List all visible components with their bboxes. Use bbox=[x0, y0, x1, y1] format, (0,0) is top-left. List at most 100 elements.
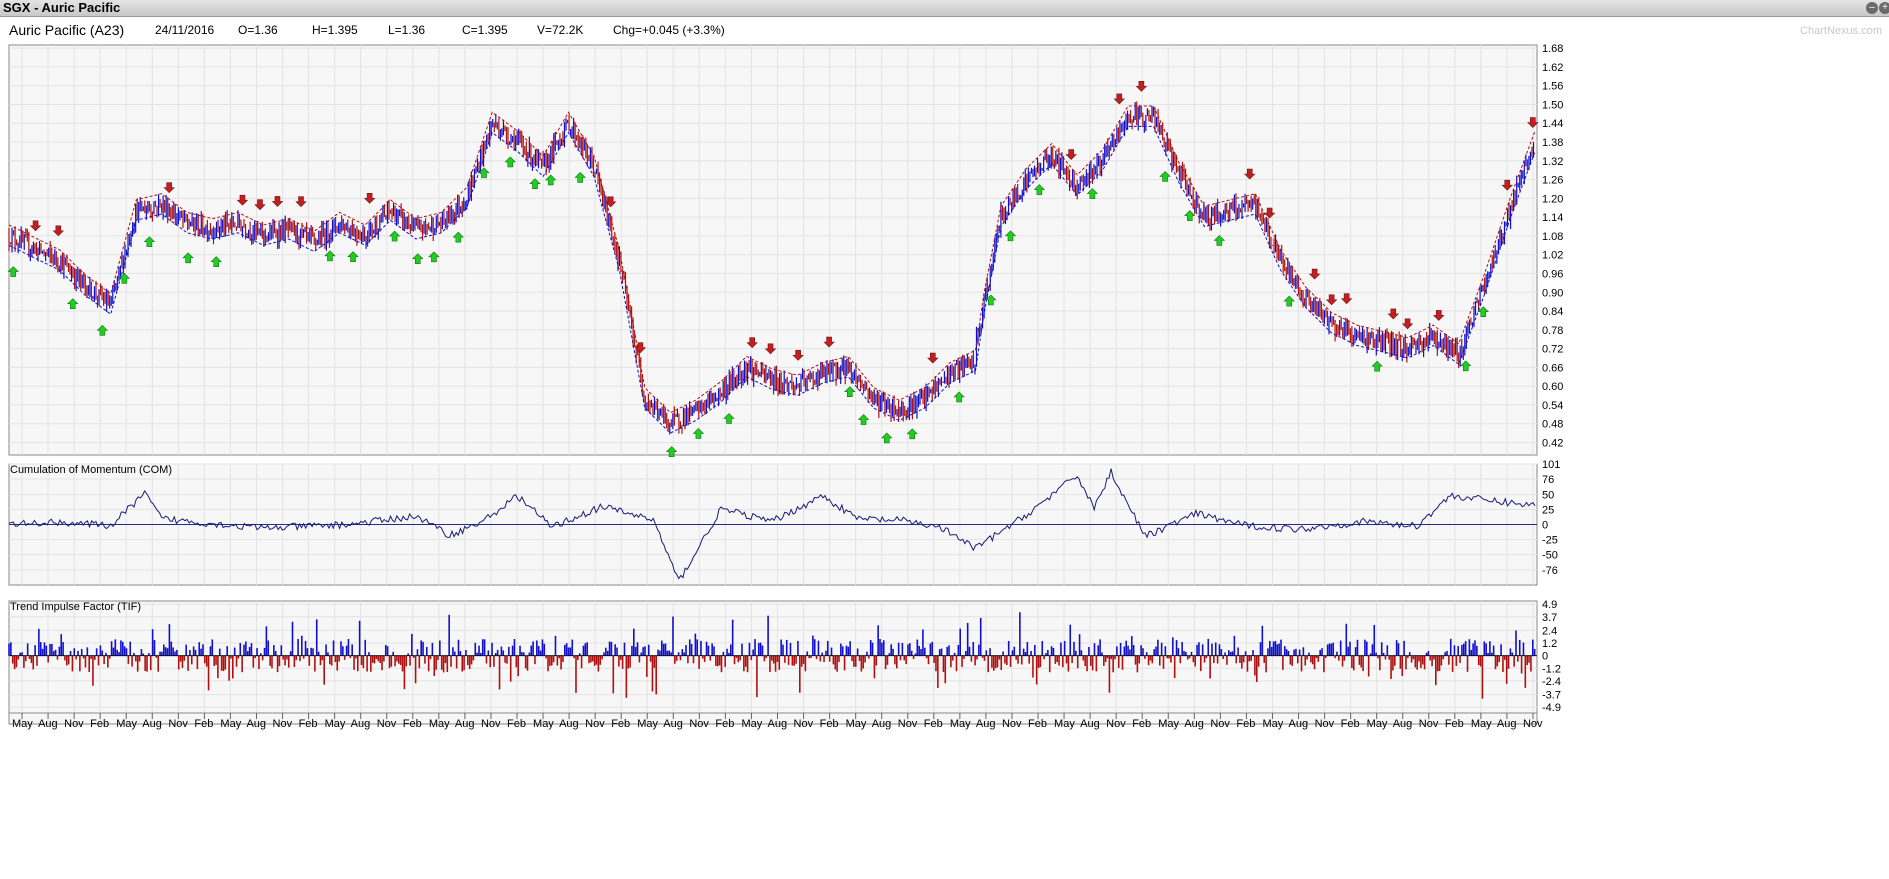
stock-close: C=1.395 bbox=[462, 23, 508, 37]
y-tick-label: -3.7 bbox=[1542, 690, 1561, 702]
stock-change: Chg=+0.045 (+3.3%) bbox=[613, 23, 725, 37]
x-tick-label: Nov bbox=[64, 718, 84, 730]
x-tick-label: May bbox=[846, 718, 867, 730]
panel-title-2: Trend Impulse Factor (TIF) bbox=[10, 601, 141, 613]
y-tick-label: 3.7 bbox=[1542, 612, 1557, 624]
panel-title-1: Cumulation of Momentum (COM) bbox=[10, 464, 172, 476]
x-tick-label: Nov bbox=[898, 718, 918, 730]
x-tick-label: Aug bbox=[38, 718, 58, 730]
x-tick-label: Aug bbox=[246, 718, 266, 730]
x-tick-label: Feb bbox=[820, 718, 839, 730]
y-tick-label: -2.4 bbox=[1542, 676, 1561, 688]
x-tick-label: Feb bbox=[194, 718, 213, 730]
y-tick-label: 1.08 bbox=[1542, 231, 1563, 243]
y-tick-label: 0 bbox=[1542, 520, 1548, 532]
x-tick-label: Feb bbox=[507, 718, 526, 730]
y-tick-label: 0.54 bbox=[1542, 400, 1563, 412]
x-tick-label: Aug bbox=[1184, 718, 1204, 730]
x-tick-label: Feb bbox=[1132, 718, 1151, 730]
y-tick-label: 1.56 bbox=[1542, 81, 1563, 93]
y-tick-label: 0.42 bbox=[1542, 437, 1563, 449]
minimize-icon[interactable]: – bbox=[1866, 2, 1878, 14]
stock-chart: Auric Pacific (A23) 24/11/2016 O=1.36 H=… bbox=[0, 17, 1889, 879]
x-tick-label: May bbox=[220, 718, 241, 730]
x-tick-label: Nov bbox=[377, 718, 397, 730]
y-tick-label: 1.62 bbox=[1542, 62, 1563, 74]
panel-0: 1.68 1.62 1.56 1.50 1.44 1.38 1.32 1.26 1.20 1.14… bbox=[7, 43, 1563, 457]
x-tick-label: May bbox=[950, 718, 971, 730]
x-tick-label: Feb bbox=[715, 718, 734, 730]
y-tick-label: 1.20 bbox=[1542, 193, 1563, 205]
x-tick-label: Feb bbox=[403, 718, 422, 730]
x-tick-label: Feb bbox=[924, 718, 943, 730]
x-tick-label: Feb bbox=[1028, 718, 1047, 730]
y-tick-label: 101 bbox=[1542, 459, 1560, 471]
y-tick-label: -76 bbox=[1542, 565, 1558, 577]
y-tick-label: 76 bbox=[1542, 474, 1554, 486]
stock-date: 24/11/2016 bbox=[155, 23, 214, 37]
stock-high: H=1.395 bbox=[312, 23, 358, 37]
y-tick-label: 1.50 bbox=[1542, 99, 1563, 111]
y-tick-label: 0.48 bbox=[1542, 419, 1563, 431]
x-tick-label: Nov bbox=[481, 718, 501, 730]
x-tick-label: Aug bbox=[1289, 718, 1309, 730]
x-tick-label: Feb bbox=[611, 718, 630, 730]
x-tick-label: Nov bbox=[168, 718, 188, 730]
window-title: SGX - Auric Pacific bbox=[3, 0, 121, 15]
y-tick-label: 0.84 bbox=[1542, 306, 1563, 318]
watermark: ChartNexus.com bbox=[1800, 25, 1882, 37]
x-tick-label: May bbox=[1471, 718, 1492, 730]
y-tick-label: 1.02 bbox=[1542, 250, 1563, 262]
x-tick-label: Aug bbox=[351, 718, 371, 730]
x-tick-label: Aug bbox=[1497, 718, 1517, 730]
panel-2: 4.93.72.41.20-1.2-2.4 -3.7-4.9 Trend Impul… bbox=[8, 599, 1561, 725]
y-tick-label: -50 bbox=[1542, 549, 1558, 561]
y-tick-label: 50 bbox=[1542, 490, 1554, 502]
x-tick-label: Nov bbox=[794, 718, 814, 730]
x-tick-label: Nov bbox=[273, 718, 293, 730]
x-tick-label: Nov bbox=[1106, 718, 1126, 730]
x-tick-label: Nov bbox=[1523, 718, 1543, 730]
x-tick-label: Nov bbox=[689, 718, 709, 730]
y-tick-label: 1.26 bbox=[1542, 175, 1563, 187]
x-tick-label: Feb bbox=[90, 718, 109, 730]
x-tick-label: May bbox=[1158, 718, 1179, 730]
y-tick-label: 0.72 bbox=[1542, 344, 1563, 356]
x-tick-label: Aug bbox=[663, 718, 683, 730]
x-tick-label: May bbox=[1262, 718, 1283, 730]
x-tick-label: May bbox=[741, 718, 762, 730]
stock-low: L=1.36 bbox=[388, 23, 425, 37]
y-tick-label: -25 bbox=[1542, 534, 1558, 546]
stock-name: Auric Pacific (A23) bbox=[9, 22, 124, 38]
y-tick-label: 0.78 bbox=[1542, 325, 1563, 337]
x-tick-label: May bbox=[1367, 718, 1388, 730]
x-tick-label: May bbox=[637, 718, 658, 730]
stock-open: O=1.36 bbox=[238, 23, 278, 37]
panel-1: 101 76 50 25 0 -25 -50 -76 Cumulation of Momentu… bbox=[8, 459, 1560, 586]
stock-volume: V=72.2K bbox=[537, 23, 583, 37]
y-tick-label: 25 bbox=[1542, 505, 1554, 517]
x-tick-label: Nov bbox=[1002, 718, 1022, 730]
y-tick-label: -4.9 bbox=[1542, 702, 1561, 714]
x-tick-label: Nov bbox=[1315, 718, 1335, 730]
y-tick-label: 0 bbox=[1542, 651, 1548, 663]
x-tick-label: Aug bbox=[1393, 718, 1413, 730]
x-tick-label: May bbox=[116, 718, 137, 730]
x-tick-label: Aug bbox=[976, 718, 996, 730]
y-tick-label: 1.2 bbox=[1542, 638, 1557, 650]
y-tick-label: 0.66 bbox=[1542, 362, 1563, 374]
y-tick-label: -1.2 bbox=[1542, 663, 1561, 675]
y-tick-label: 0.60 bbox=[1542, 381, 1563, 393]
x-tick-label: May bbox=[325, 718, 346, 730]
x-tick-label: May bbox=[12, 718, 33, 730]
y-tick-label: 1.38 bbox=[1542, 137, 1563, 149]
x-tick-label: May bbox=[533, 718, 554, 730]
y-tick-label: 1.14 bbox=[1542, 212, 1563, 224]
maximize-icon[interactable]: + bbox=[1879, 2, 1889, 14]
x-tick-label: Feb bbox=[299, 718, 318, 730]
x-tick-label: May bbox=[429, 718, 450, 730]
x-tick-label: Aug bbox=[768, 718, 788, 730]
x-tick-label: Aug bbox=[142, 718, 162, 730]
x-tick-label: Feb bbox=[1445, 718, 1464, 730]
x-tick-label: Nov bbox=[585, 718, 605, 730]
